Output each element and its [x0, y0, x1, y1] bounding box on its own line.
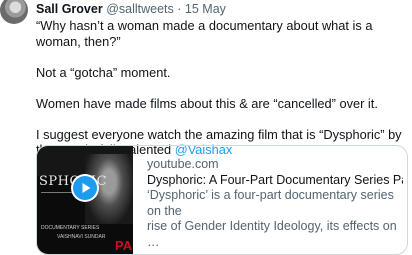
card-info: youtube.com Dysphoric: A Four-Part Docum… — [147, 157, 403, 250]
tweet-paragraph: Not a “gotcha” moment. — [36, 64, 171, 80]
card-description-line: rise of Gender Identity Ideology, its ef… — [147, 219, 397, 249]
card-thumbnail[interactable]: SPHORIC DOCUMENTARY SERIES VAISHNAVI SUN… — [37, 146, 133, 254]
tweet-header: Sall Grover @salltweets · 15 May — [36, 2, 226, 17]
card-description-line: ‘Dysphoric’ is a four-part documentary s… — [147, 188, 394, 218]
tweet-body: “Why hasn’t a woman made a documentary a… — [36, 18, 406, 158]
author-name[interactable]: Sall Grover — [36, 2, 103, 16]
thumbnail-subtitle: DOCUMENTARY SERIES — [41, 225, 100, 231]
thumbnail-part-text: PART — [115, 238, 133, 253]
thumbnail-credit: VAISHNAVI SUNDAR — [57, 234, 106, 240]
tweet-paragraph: Women have made films about this & are “… — [36, 95, 378, 111]
author-handle[interactable]: @salltweets — [106, 2, 174, 16]
separator: · — [177, 2, 182, 16]
tweet: Sall Grover @salltweets · 15 May “Why ha… — [0, 0, 412, 255]
avatar[interactable] — [0, 0, 28, 24]
card-domain: youtube.com — [147, 157, 219, 171]
card-title[interactable]: Dysphoric: A Four-Part Documentary Serie… — [147, 173, 403, 189]
link-card[interactable]: SPHORIC DOCUMENTARY SERIES VAISHNAVI SUN… — [36, 145, 408, 255]
tweet-date[interactable]: 15 May — [185, 2, 226, 16]
play-icon[interactable] — [73, 176, 97, 200]
tweet-paragraph: “Why hasn’t a woman made a documentary a… — [36, 18, 373, 49]
